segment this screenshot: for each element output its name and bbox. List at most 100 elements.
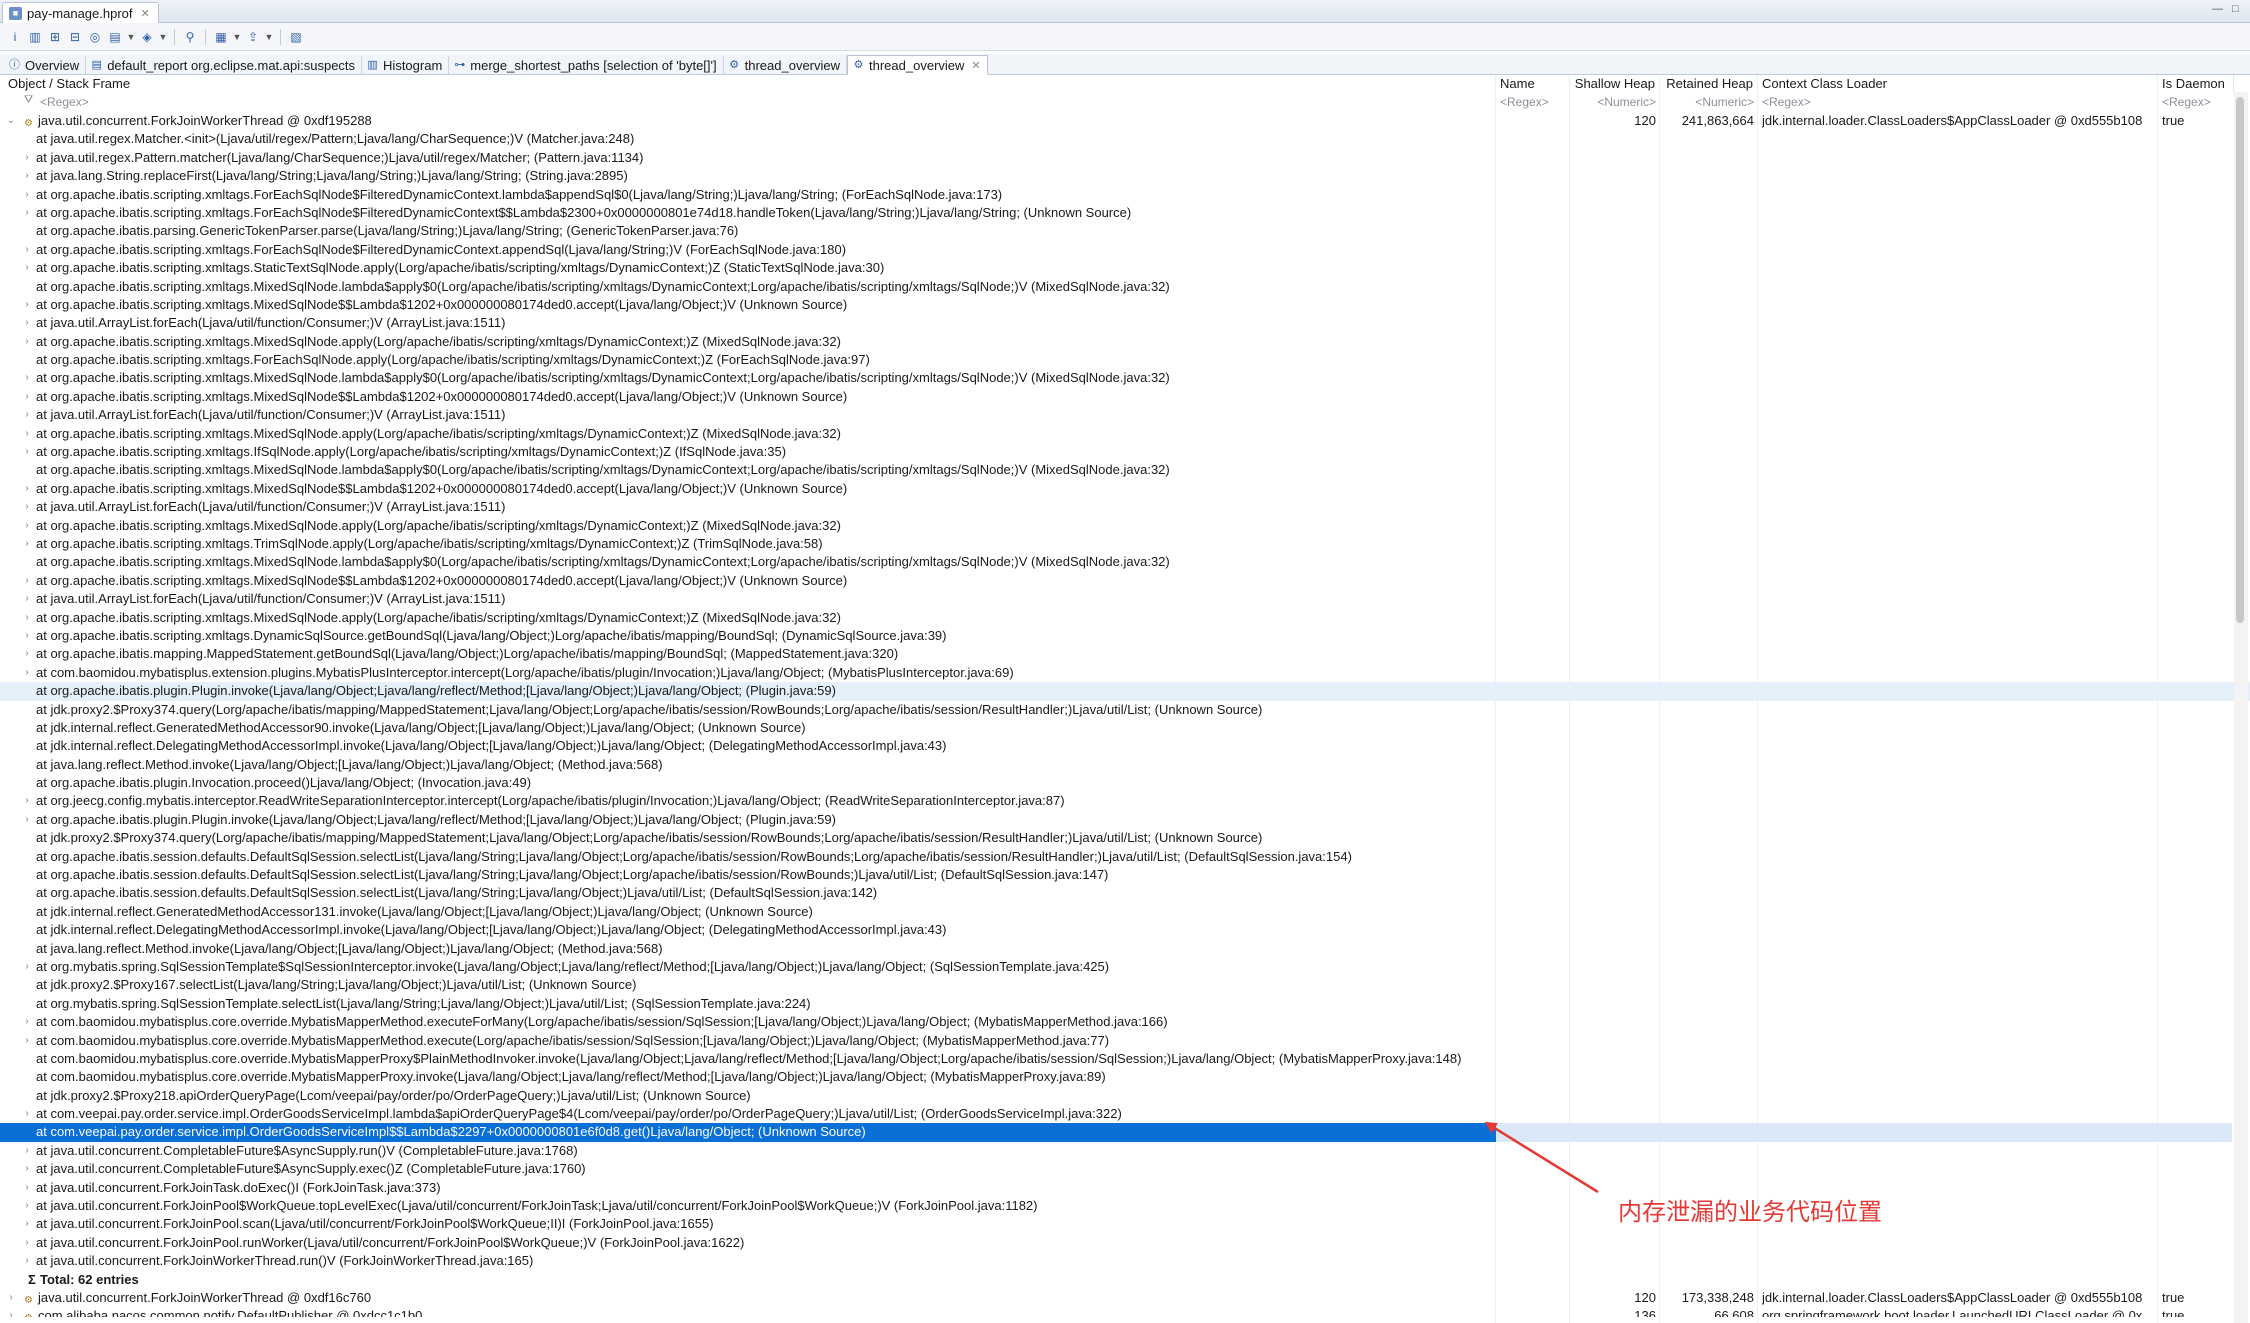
stack-frame-row[interactable]: › at org.apache.ibatis.scripting.xmltags.… [0,480,2250,498]
stack-frame-row[interactable]: › at java.util.concurrent.CompletableFutu… [0,1160,2250,1178]
scrollbar-thumb[interactable] [2236,97,2244,623]
stack-frame-row[interactable]: at org.apache.ibatis.scripting.xmltags.M… [0,553,2250,571]
overview-info-icon[interactable]: i [6,28,24,46]
stack-frame-row[interactable]: › at java.util.concurrent.ForkJoinPool$Wo… [0,1197,2250,1215]
stack-frame-row[interactable]: › at com.baomidou.mybatisplus.core.overri… [0,1013,2250,1031]
view-tab-3[interactable]: ⊶ merge_shortest_paths [selection of 'byt… [449,56,724,74]
stack-frame-row[interactable]: at org.apache.ibatis.session.defaults.De… [0,848,2250,866]
stack-frame-row[interactable]: › at org.apache.ibatis.scripting.xmltags.… [0,186,2250,204]
close-icon[interactable]: ✕ [971,59,980,72]
stack-frame-row[interactable]: › at org.mybatis.spring.SqlSessionTemplat… [0,958,2250,976]
expand-chevron-icon[interactable]: › [22,204,32,222]
expand-chevron-icon[interactable]: › [22,811,32,829]
column-header-shallow-heap[interactable]: Shallow Heap [1570,75,1660,92]
stack-frame-row[interactable]: at org.apache.ibatis.plugin.Plugin.invok… [0,682,2250,701]
expand-chevron-icon[interactable]: › [22,517,32,535]
maximize-icon[interactable]: □ [2232,3,2239,15]
stack-frame-row[interactable]: › at org.jeecg.config.mybatis.interceptor… [0,792,2250,810]
stack-frame-row[interactable]: › at java.lang.String.replaceFirst(Ljava/… [0,167,2250,185]
stack-frame-row[interactable]: › at com.baomidou.mybatisplus.core.overri… [0,1032,2250,1050]
stack-frame-row[interactable]: at java.lang.reflect.Method.invoke(Ljava… [0,940,2250,958]
filter-retained-numeric[interactable]: <Numeric> [1660,94,1758,110]
thread-overview-icon[interactable]: ◎ [86,28,104,46]
stack-frame-row[interactable]: at org.apache.ibatis.scripting.xmltags.M… [0,461,2250,479]
stack-frame-row[interactable]: › at org.apache.ibatis.scripting.xmltags.… [0,333,2250,351]
chevron-down-icon[interactable]: ▼ [158,28,168,46]
group-by-icon[interactable]: ▦ [212,28,230,46]
stack-frame-row[interactable]: › at java.util.concurrent.ForkJoinWorkerT… [0,1252,2250,1270]
thread-row[interactable]: › ⚙ java.util.concurrent.ForkJoinWorkerT… [0,1289,2250,1307]
stack-frame-row[interactable]: at jdk.internal.reflect.GeneratedMethodA… [0,719,2250,737]
expand-chevron-icon[interactable]: › [6,1289,16,1307]
expand-chevron-icon[interactable]: › [22,425,32,443]
stack-frame-row[interactable]: › at org.apache.ibatis.scripting.xmltags.… [0,296,2250,314]
expand-chevron-icon[interactable]: › [22,1252,32,1270]
query-browser-icon[interactable]: ◈ [138,28,156,46]
stack-frame-row[interactable]: › at java.util.concurrent.ForkJoinPool.ru… [0,1234,2250,1252]
expand-chevron-icon[interactable]: › [22,645,32,663]
expand-chevron-icon[interactable]: › [22,535,32,553]
stack-frame-row[interactable]: › at org.apache.ibatis.plugin.Plugin.invo… [0,811,2250,829]
stack-frame-row[interactable]: › at org.apache.ibatis.mapping.MappedStat… [0,645,2250,663]
view-tab-1[interactable]: ▤ default_report org.eclipse.mat.api:susp… [86,56,363,74]
expand-chevron-icon[interactable]: › [22,480,32,498]
expand-chevron-icon[interactable]: › [22,792,32,810]
stack-frame-row[interactable]: › at org.apache.ibatis.scripting.xmltags.… [0,572,2250,590]
stack-frame-row[interactable]: › at java.util.ArrayList.forEach(Ljava/ut… [0,498,2250,516]
stack-frame-row[interactable]: › at org.apache.ibatis.scripting.xmltags.… [0,388,2250,406]
histogram-icon[interactable]: ▥ [26,28,44,46]
column-header-retained-heap[interactable]: Retained Heap [1660,75,1758,92]
column-header-context-class-loader[interactable]: Context Class Loader [1758,75,2158,92]
stack-frame-row[interactable]: › at org.apache.ibatis.scripting.xmltags.… [0,535,2250,553]
stack-frame-row[interactable]: at jdk.proxy2.$Proxy374.query(Lorg/apach… [0,829,2250,847]
expand-chevron-icon[interactable]: › [22,590,32,608]
oql-icon[interactable]: ⊟ [66,28,84,46]
thread-row[interactable]: › ⚙ com.alibaba.nacos.common.notify.Defa… [0,1307,2250,1317]
expand-chevron-icon[interactable]: › [22,443,32,461]
stack-frame-row[interactable]: at jdk.internal.reflect.GeneratedMethodA… [0,903,2250,921]
stack-frame-row[interactable]: at com.baomidou.mybatisplus.core.overrid… [0,1050,2250,1068]
expand-chevron-icon[interactable]: › [22,1142,32,1160]
expand-chevron-icon[interactable]: › [22,314,32,332]
stack-frame-row[interactable]: › at org.apache.ibatis.scripting.xmltags.… [0,517,2250,535]
expand-chevron-icon[interactable]: › [22,609,32,627]
calculate-retained-icon[interactable]: ▧ [287,28,305,46]
column-header-object[interactable]: Object / Stack Frame [4,75,1496,92]
expand-chevron-icon[interactable]: › [22,241,32,259]
filter-shallow-numeric[interactable]: <Numeric> [1570,94,1660,110]
expand-chevron-icon[interactable]: › [22,259,32,277]
filter-daemon-regex[interactable]: <Regex> [2158,94,2234,110]
stack-frame-row[interactable]: › at org.apache.ibatis.scripting.xmltags.… [0,443,2250,461]
view-tab-2[interactable]: ▥ Histogram [362,56,450,74]
expand-chevron-icon[interactable]: › [22,1197,32,1215]
stack-frame-row[interactable]: › at java.util.concurrent.ForkJoinTask.do… [0,1179,2250,1197]
stack-frame-row[interactable]: at jdk.internal.reflect.DelegatingMethod… [0,737,2250,755]
thread-row[interactable]: ⌄ ⚙ java.util.concurrent.ForkJoinWorkerT… [0,112,2250,130]
filter-object-regex[interactable]: <Regex> [36,94,236,110]
expand-chevron-icon[interactable]: › [22,1215,32,1233]
stack-frame-row[interactable]: › at org.apache.ibatis.scripting.xmltags.… [0,369,2250,387]
expand-chevron-icon[interactable]: › [22,1179,32,1197]
stack-frame-row[interactable]: at org.apache.ibatis.scripting.xmltags.F… [0,351,2250,369]
search-icon[interactable]: ⚲ [181,28,199,46]
stack-frame-row[interactable]: at org.apache.ibatis.session.defaults.De… [0,884,2250,902]
chevron-down-icon[interactable]: ▼ [126,28,136,46]
run-report-icon[interactable]: ▤ [106,28,124,46]
expand-chevron-icon[interactable]: › [22,296,32,314]
stack-frame-row[interactable]: at jdk.proxy2.$Proxy374.query(Lorg/apach… [0,701,2250,719]
column-header-is-daemon[interactable]: Is Daemon [2158,75,2234,92]
column-header-name[interactable]: Name [1496,75,1570,92]
expand-chevron-icon[interactable]: › [22,1013,32,1031]
stack-frame-row[interactable]: › at org.apache.ibatis.scripting.xmltags.… [0,627,2250,645]
stack-frame-row[interactable]: at jdk.internal.reflect.DelegatingMethod… [0,921,2250,939]
filter-name-regex[interactable]: <Regex> [1496,94,1570,110]
view-tab-0[interactable]: ⓘ Overview [4,56,87,74]
expand-chevron-icon[interactable]: › [6,1307,16,1317]
expand-chevron-icon[interactable]: › [22,572,32,590]
stack-frame-row[interactable]: at com.baomidou.mybatisplus.core.overrid… [0,1068,2250,1086]
expand-chevron-icon[interactable]: › [22,627,32,645]
stack-frame-row[interactable]: at org.apache.ibatis.parsing.GenericToke… [0,222,2250,240]
expand-chevron-icon[interactable]: › [22,149,32,167]
expand-chevron-icon[interactable]: › [22,333,32,351]
stack-frame-row[interactable]: › at java.util.concurrent.ForkJoinPool.sc… [0,1215,2250,1233]
